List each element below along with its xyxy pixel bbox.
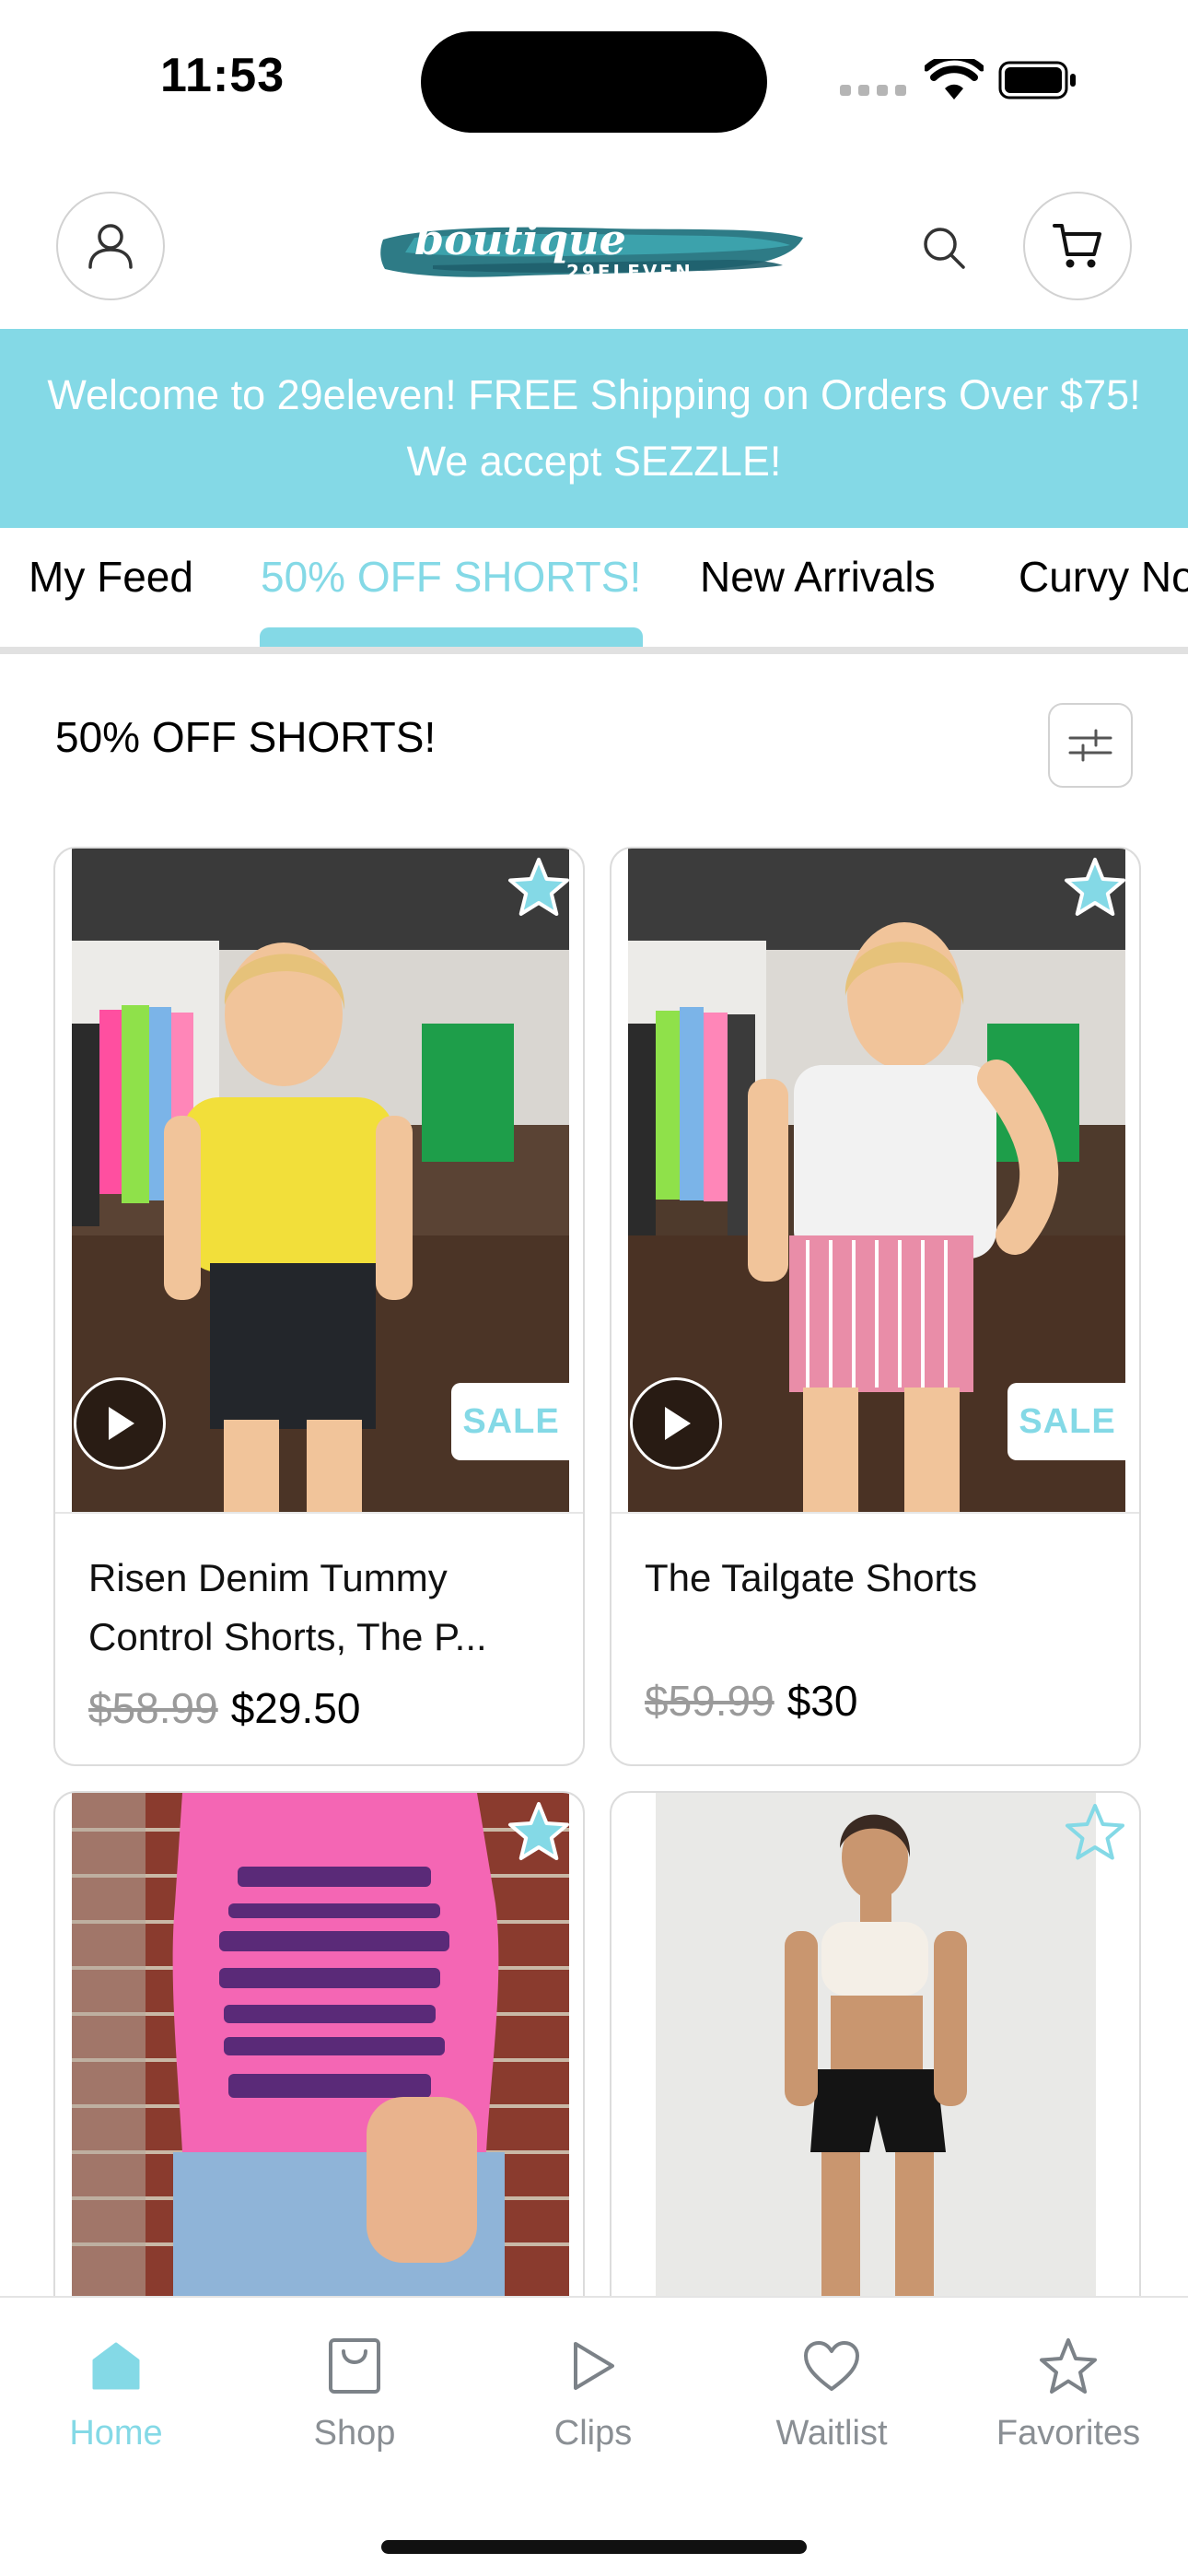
product-image[interactable]: SALE: [628, 849, 1125, 1512]
product-name[interactable]: The Tailgate Shorts: [645, 1549, 1105, 1608]
star-icon: [1040, 2338, 1097, 2394]
logo-subtitle: 29ELEVEN: [566, 261, 693, 283]
heart-icon: [804, 2341, 859, 2391]
nav-shop-label: Shop: [313, 2414, 396, 2453]
play-video-button[interactable]: [630, 1377, 722, 1469]
status-time: 11:53: [160, 49, 285, 102]
nav-home-label: Home: [69, 2414, 163, 2453]
home-indicator[interactable]: [381, 2540, 807, 2554]
nav-waitlist[interactable]: Waitlist: [740, 2331, 924, 2453]
home-icon: [92, 2342, 140, 2390]
cellular-signal-icon: [840, 85, 906, 96]
product-image[interactable]: SALE: [72, 849, 569, 1512]
boutique-logo[interactable]: boutique 29ELEVEN: [378, 212, 809, 289]
battery-icon: [998, 61, 1076, 100]
sale-badge: SALE: [1007, 1383, 1125, 1460]
product-card[interactable]: SALE The Tailgate Shorts $59.99 $30: [610, 847, 1141, 1766]
nav-waitlist-label: Waitlist: [775, 2414, 888, 2453]
product-card[interactable]: SALE Risen Denim Tummy Control Shorts, T…: [53, 847, 585, 1766]
nav-clips[interactable]: Clips: [501, 2331, 685, 2453]
product-info[interactable]: Risen Denim Tummy Control Shorts, The P.…: [55, 1512, 583, 1764]
product-card[interactable]: [610, 1791, 1141, 2362]
sale-price: $30: [786, 1677, 858, 1725]
original-price: $58.99: [88, 1684, 218, 1732]
product-image[interactable]: [72, 1793, 569, 2309]
wifi-icon: [925, 59, 984, 100]
play-icon: [574, 2342, 614, 2390]
nav-shop[interactable]: Shop: [262, 2331, 447, 2453]
sale-badge: SALE: [451, 1383, 569, 1460]
favorite-star-icon[interactable]: [505, 1798, 573, 1867]
status-bar: 11:53: [0, 0, 1188, 157]
play-icon: [109, 1407, 134, 1440]
play-video-button[interactable]: [74, 1377, 166, 1469]
promo-banner[interactable]: Welcome to 29eleven! FREE Shipping on Or…: [0, 329, 1188, 528]
tab-new-arrivals[interactable]: New Arrivals: [700, 552, 936, 602]
nav-favorites-label: Favorites: [996, 2414, 1141, 2453]
product-name[interactable]: Risen Denim Tummy Control Shorts, The P.…: [88, 1549, 549, 1667]
cart-button[interactable]: [1023, 192, 1132, 300]
search-icon: [924, 228, 965, 269]
product-info[interactable]: The Tailgate Shorts $59.99 $30: [611, 1512, 1139, 1764]
favorite-star-icon[interactable]: [1061, 854, 1129, 922]
favorite-star-icon[interactable]: [505, 854, 573, 922]
account-button[interactable]: [56, 192, 165, 300]
product-card[interactable]: [53, 1791, 585, 2362]
tab-curvy[interactable]: Curvy No: [1019, 552, 1188, 602]
nav-favorites[interactable]: Favorites: [976, 2331, 1160, 2453]
category-tabs: My Feed 50% OFF SHORTS! New Arrivals Cur…: [0, 528, 1188, 654]
sale-price: $29.50: [230, 1684, 361, 1732]
section-title: 50% OFF SHORTS!: [55, 713, 437, 761]
nav-clips-label: Clips: [553, 2414, 633, 2453]
price-row: $59.99 $30: [645, 1676, 857, 1726]
cart-icon: [1053, 224, 1101, 268]
favorite-star-icon[interactable]: [1061, 1798, 1129, 1867]
filter-button[interactable]: [1048, 703, 1133, 788]
promo-banner-text: Welcome to 29eleven! FREE Shipping on Or…: [47, 371, 1141, 485]
original-price: $59.99: [645, 1677, 775, 1725]
dynamic-island: [421, 31, 767, 133]
play-icon: [665, 1407, 691, 1440]
nav-home[interactable]: Home: [24, 2331, 208, 2453]
sliders-icon: [1068, 729, 1112, 762]
tab-my-feed[interactable]: My Feed: [29, 552, 193, 602]
bottom-navigation: Home Shop Clips Waitlist Favorites: [0, 2296, 1188, 2576]
search-button[interactable]: [912, 216, 976, 280]
product-image[interactable]: [656, 1793, 1096, 2309]
tab-50-off-shorts[interactable]: 50% OFF SHORTS!: [261, 552, 641, 602]
status-icons: [840, 57, 1089, 103]
person-icon: [88, 224, 133, 269]
logo-wordmark: boutique: [414, 215, 626, 264]
price-row: $58.99 $29.50: [88, 1683, 360, 1733]
app-header: boutique 29ELEVEN: [0, 175, 1188, 328]
shopping-bag-icon: [329, 2338, 380, 2394]
active-tab-indicator: [260, 627, 643, 647]
